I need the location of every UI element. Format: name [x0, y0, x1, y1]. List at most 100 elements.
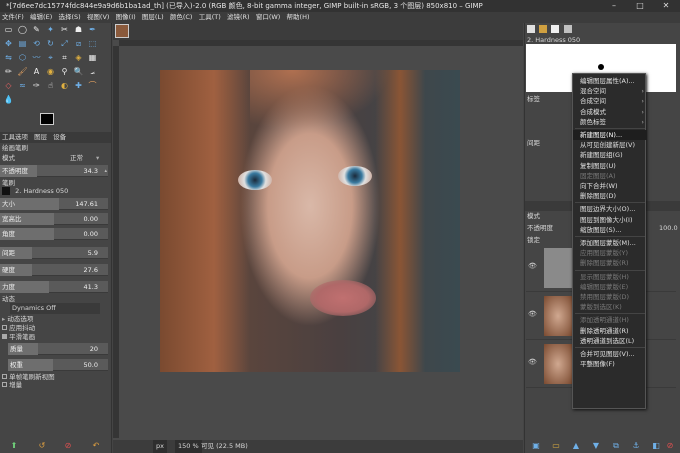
smudge-icon[interactable]: ☝ [45, 81, 56, 91]
documents-tab-icon[interactable] [563, 25, 572, 33]
scale-icon[interactable]: ⤢ [59, 39, 70, 49]
context-menu-item[interactable]: 删除图层蒙版(R) [573, 258, 647, 268]
scissors-icon[interactable]: ✂ [59, 25, 70, 35]
dynamics-select[interactable]: Dynamics Off [10, 303, 100, 314]
size-slider[interactable]: 大小 147.61 [0, 198, 108, 210]
vertical-ruler[interactable] [113, 46, 119, 438]
bucket-fill-icon[interactable]: ◈ [73, 53, 84, 63]
context-menu-item[interactable]: 向下合并(W) [573, 181, 647, 191]
zoom-select[interactable]: 150 % [175, 440, 202, 453]
context-menu-item[interactable]: 编辑图层蒙版(E) [573, 282, 647, 292]
perspective-icon[interactable]: ⬚ [87, 39, 98, 49]
context-menu-item[interactable]: 新建图层(N)... [573, 130, 647, 140]
clone-icon[interactable]: ◉ [45, 67, 56, 77]
image-canvas[interactable] [160, 70, 460, 372]
horizontal-ruler[interactable] [119, 40, 523, 46]
duplicate-layer-icon[interactable]: ⧉ [610, 441, 622, 451]
hardness-slider[interactable]: 硬度 27.6 [0, 264, 108, 276]
context-menu-item[interactable]: 应用图层蒙版(Y) [573, 248, 647, 258]
maximize-button[interactable]: □ [634, 0, 646, 12]
color-picker-icon[interactable]: ⚲ [59, 67, 70, 77]
brushes-tab-icon[interactable] [527, 25, 535, 33]
free-select-icon[interactable]: ✎ [31, 25, 42, 35]
text-icon[interactable]: A [31, 67, 42, 77]
context-menu-item[interactable]: 禁用图层蒙版(D) [573, 292, 647, 302]
weight-slider[interactable]: 权重 50.0 [8, 359, 108, 371]
warp-icon[interactable]: 〰 [31, 53, 42, 63]
dynamics-options[interactable]: 动态选项 [7, 315, 33, 323]
delete-layer-icon[interactable]: ⊘ [664, 441, 676, 451]
reset-options-icon[interactable]: ↶ [90, 441, 102, 451]
minimize-button[interactable]: – [608, 0, 620, 12]
context-menu-item[interactable]: 合并可见图层(V)... [573, 349, 647, 359]
context-menu-item[interactable]: 混合空间 › [573, 86, 647, 96]
context-menu-item[interactable]: 复制图层(U) [573, 161, 647, 171]
spacing-slider[interactable]: 间距 5.9 [0, 247, 108, 259]
eye-icon[interactable]: 👁 [528, 310, 538, 320]
menu-help[interactable]: 帮助(H) [285, 12, 312, 23]
rect-select-icon[interactable]: ▭ [3, 25, 14, 35]
context-menu-item[interactable]: 合成空间 › [573, 96, 647, 106]
unit-select[interactable]: px [153, 440, 167, 453]
layer-opacity-value[interactable]: 100.0 [659, 224, 678, 233]
context-menu-item[interactable]: 蒙版到选区(K) [573, 302, 647, 312]
menu-tools[interactable]: 工具(T) [197, 12, 223, 23]
context-menu-item[interactable]: 图层到图像大小(I) [573, 215, 647, 225]
spin-icon[interactable]: ▴ [104, 166, 107, 176]
force-slider[interactable]: 力度 41.3 [0, 281, 108, 293]
angle-slider[interactable]: 角度 0.00 [0, 228, 108, 240]
context-menu-item[interactable]: 透明通道到选区(L) [573, 336, 647, 346]
tab-tool-options[interactable]: 工具选项 [2, 133, 28, 141]
context-menu-item[interactable]: 图层边界大小(O)... [573, 204, 647, 214]
fuzzy-select-icon[interactable]: ✦ [45, 25, 56, 35]
menu-filters[interactable]: 滤镜(R) [225, 12, 252, 23]
shear-icon[interactable]: ⧄ [73, 39, 84, 49]
mypaint-brush-icon[interactable]: ⌒ [87, 81, 98, 91]
transform-icon[interactable]: ⟲ [31, 39, 42, 49]
heal-icon[interactable]: ✚ [73, 81, 84, 91]
measure-icon[interactable]: ⦟ [87, 67, 98, 77]
menu-image[interactable]: 图像(I) [114, 12, 138, 23]
context-menu-item[interactable]: 合成模式 › [573, 107, 647, 117]
context-menu-item[interactable]: 颜色标签 › [573, 117, 647, 127]
eye-icon[interactable]: 👁 [528, 358, 538, 368]
menu-layer[interactable]: 图层(L) [140, 12, 166, 23]
menu-view[interactable]: 视图(V) [85, 12, 112, 23]
flip-icon[interactable]: ⇋ [3, 53, 14, 63]
menu-select[interactable]: 选择(S) [56, 12, 82, 23]
raise-layer-icon[interactable]: ▲ [570, 441, 582, 451]
tab-layers[interactable]: 图层 [34, 133, 47, 141]
image-tab-thumbnail[interactable] [115, 24, 129, 38]
move-icon[interactable]: ✥ [3, 39, 14, 49]
foreground-color-swatch[interactable] [40, 113, 54, 125]
save-options-icon[interactable]: ⬆ [8, 441, 20, 451]
menu-edit[interactable]: 编辑(E) [28, 12, 54, 23]
gradient-icon[interactable]: ▦ [87, 53, 98, 63]
align-icon[interactable]: ▤ [17, 39, 28, 49]
lower-layer-icon[interactable]: ▼ [590, 441, 602, 451]
context-menu-item[interactable]: 固定图层(A) [573, 171, 647, 181]
fonts-tab-icon[interactable] [551, 25, 560, 33]
aspect-slider[interactable]: 宽高比 0.00 [0, 213, 108, 225]
context-menu-item[interactable]: 平整图像(F) [573, 359, 647, 369]
handle-transform-icon[interactable]: ⌖ [45, 53, 56, 63]
delete-options-icon[interactable]: ⊘ [62, 441, 74, 451]
context-menu-item[interactable]: 缩放图层(S)... [573, 225, 647, 235]
magnify-icon[interactable]: 🔍 [73, 67, 84, 77]
pencil-icon[interactable]: ✏ [3, 67, 14, 77]
crop-icon[interactable]: ⌗ [59, 53, 70, 63]
apply-jitter-checkbox[interactable] [2, 325, 7, 330]
context-menu-item[interactable]: 从可见创建新层(V) [573, 140, 647, 150]
ellipse-select-icon[interactable]: ◯ [17, 25, 28, 35]
blur-icon[interactable]: 💧 [3, 95, 14, 105]
menu-file[interactable]: 文件(F) [0, 12, 26, 23]
new-group-icon[interactable]: ▭ [550, 441, 562, 451]
paths-icon[interactable]: ✒ [87, 25, 98, 35]
context-menu-item[interactable]: 删除透明通道(R) [573, 326, 647, 336]
context-menu-item[interactable]: 删除图层(D) [573, 191, 647, 201]
new-layer-icon[interactable]: ▣ [530, 441, 542, 451]
mask-icon[interactable]: ◧ [650, 441, 662, 451]
context-menu-item[interactable]: 编辑图层属性(A)... [573, 76, 647, 86]
smooth-stroke-checkbox[interactable] [2, 334, 7, 339]
opacity-slider[interactable]: 不透明度 34.3 ▴ [0, 165, 108, 177]
